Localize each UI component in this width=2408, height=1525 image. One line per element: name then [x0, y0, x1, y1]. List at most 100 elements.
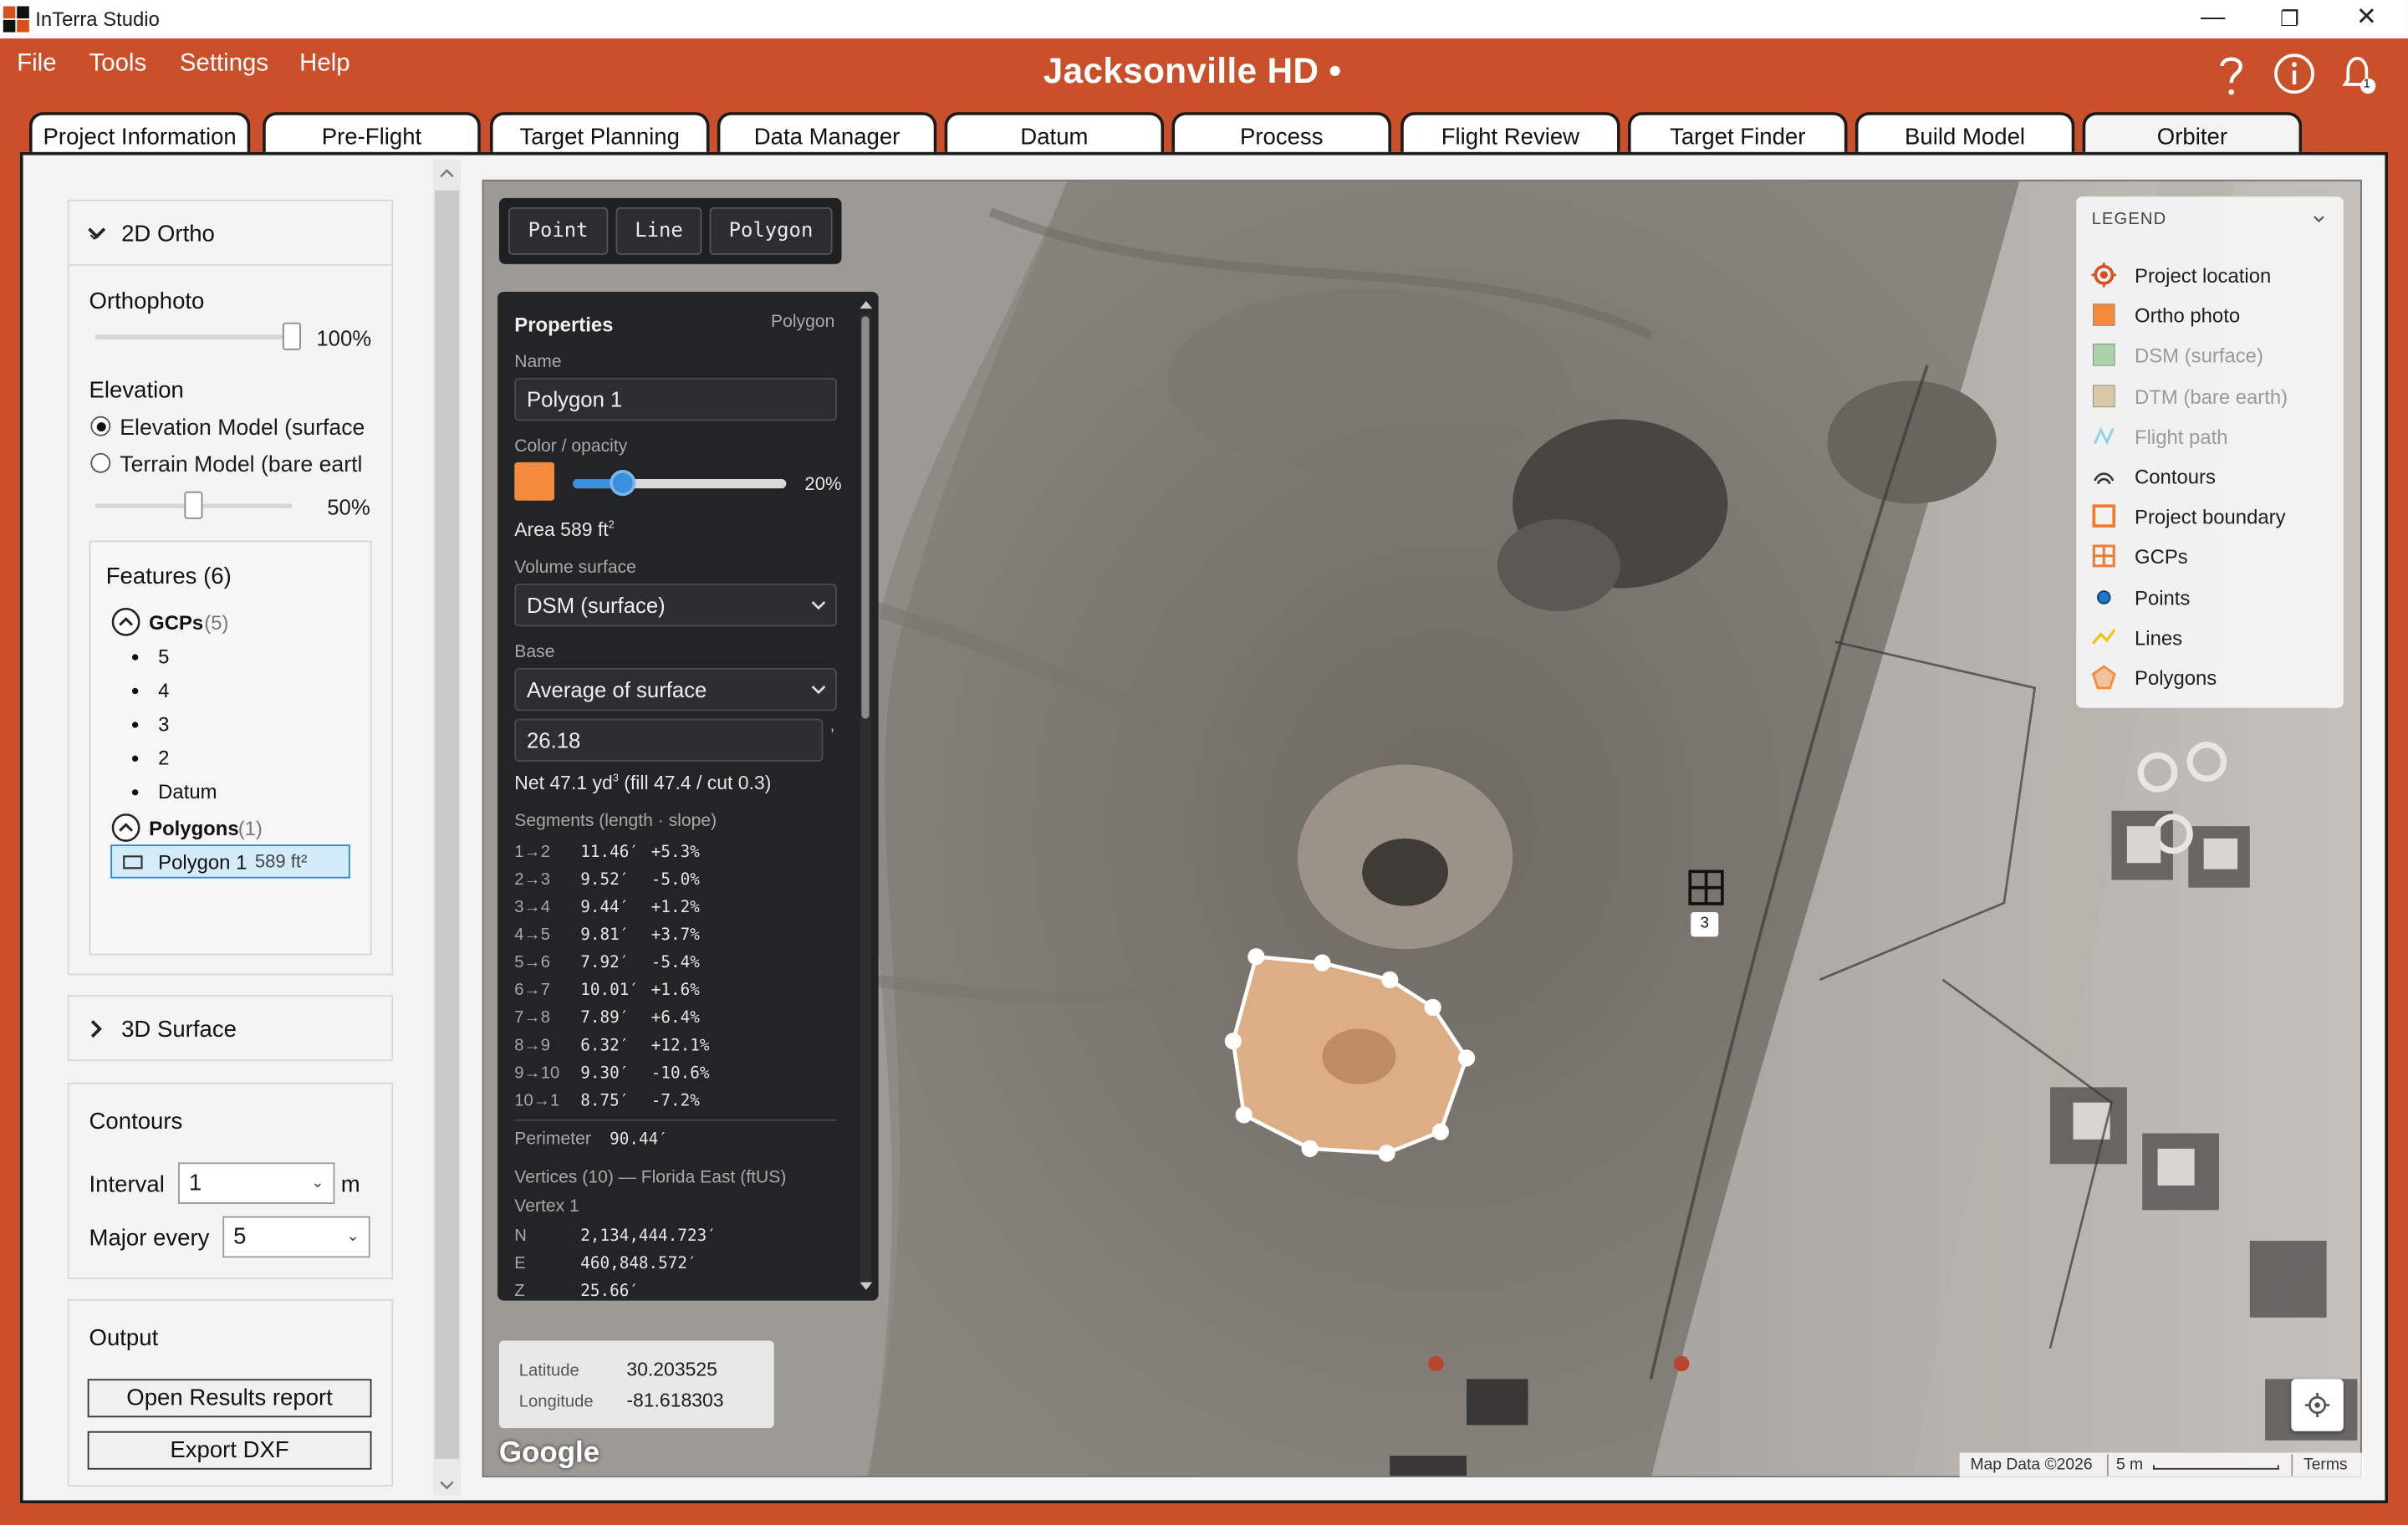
gcp-item[interactable]: 5	[158, 645, 169, 668]
gcps-group-label[interactable]: GCPs	[149, 611, 203, 635]
scroll-down-icon[interactable]	[859, 1281, 874, 1292]
elevation-model-radio[interactable]	[90, 416, 111, 436]
open-results-report-button[interactable]: Open Results report	[87, 1379, 372, 1418]
vertex-row: E 460,848.572′	[514, 1252, 844, 1279]
scroll-up-icon[interactable]	[859, 299, 874, 310]
tab-data-manager[interactable]: Data Manager	[717, 112, 937, 156]
legend-item[interactable]: DTM (bare earth)	[2092, 380, 2338, 411]
bullet-icon	[131, 654, 139, 660]
chevron-down-icon: ⌄	[311, 1175, 324, 1192]
tab-flight-review[interactable]: Flight Review	[1400, 112, 1620, 156]
segment-slope: +3.7%	[650, 926, 700, 945]
legend-item[interactable]: Polygons	[2091, 662, 2338, 693]
legend-item[interactable]: GCPs	[2092, 541, 2338, 572]
expand-chevron-icon[interactable]	[89, 1018, 105, 1040]
major-every-select[interactable]: 5 ⌄	[222, 1216, 370, 1258]
segment-slope: -5.0%	[650, 870, 700, 890]
orthophoto-slider-thumb[interactable]	[282, 322, 301, 350]
square-icon	[2092, 303, 2116, 327]
tab-build-model[interactable]: Build Model	[1854, 112, 2075, 156]
segment-row: 7→8 7.89′ +6.4%	[514, 1006, 844, 1033]
legend-item-label: Project boundary	[2135, 505, 2286, 529]
name-input[interactable]: Polygon 1	[514, 377, 838, 421]
legend-item[interactable]: Project boundary	[2092, 501, 2338, 532]
maximize-button[interactable]: ❐	[2267, 3, 2313, 34]
area-value: Area 589 ft2	[514, 518, 615, 541]
close-button[interactable]: ✕	[2344, 3, 2390, 34]
info-icon[interactable]	[2273, 52, 2315, 94]
orthophoto-slider-track[interactable]	[94, 334, 292, 339]
legend-item[interactable]: Points	[2092, 581, 2338, 612]
elevation-model-label[interactable]: Elevation Model (surface	[120, 416, 365, 441]
features-title: Features (6)	[105, 564, 232, 590]
gcp-item[interactable]: 3	[158, 712, 169, 736]
tab-process[interactable]: Process	[1171, 112, 1392, 156]
terrain-model-radio[interactable]	[90, 452, 111, 473]
vertices-label: Vertices (10) — Florida East (ftUS)	[514, 1168, 787, 1187]
scroll-up-icon[interactable]	[439, 169, 454, 178]
color-swatch[interactable]	[514, 462, 555, 501]
segment-length: 9.44′	[580, 898, 630, 917]
legend-item-label: Lines	[2135, 626, 2183, 650]
gcp-item-datum[interactable]: Datum	[158, 780, 217, 803]
gcp-item[interactable]: 4	[158, 679, 169, 702]
collapse-chevron-icon[interactable]	[86, 226, 108, 241]
gcp-item[interactable]: 2	[158, 747, 169, 770]
surface-section-title[interactable]: 3D Surface	[121, 1017, 237, 1043]
segment-row: 10→1 8.75′ -7.2%	[514, 1089, 844, 1116]
draw-line-button[interactable]: Line	[615, 207, 702, 255]
gcp-marker-icon[interactable]	[1688, 870, 1725, 906]
ortho-section-title[interactable]: 2D Ortho	[121, 221, 215, 247]
color-opacity-label: Color / opacity	[514, 437, 628, 456]
segment-slope: +1.6%	[650, 981, 700, 1000]
tab-orbiter[interactable]: Orbiter	[2082, 112, 2303, 156]
export-dxf-button[interactable]: Export DXF	[87, 1431, 372, 1470]
draw-polygon-button[interactable]: Polygon	[709, 207, 833, 255]
locate-button[interactable]	[2291, 1379, 2344, 1431]
draw-point-button[interactable]: Point	[508, 207, 609, 255]
help-icon[interactable]	[2212, 52, 2252, 98]
terms-link[interactable]: Terms	[2303, 1456, 2348, 1474]
segment-row: 5→6 7.92′ -5.4%	[514, 951, 844, 978]
scroll-down-icon[interactable]	[439, 1481, 454, 1490]
legend-item[interactable]: Ortho photo	[2092, 300, 2338, 331]
tab-pre-flight[interactable]: Pre-Flight	[263, 112, 481, 156]
base-select[interactable]: Average of surface	[514, 667, 838, 711]
minimize-button[interactable]: —	[2190, 3, 2236, 34]
elevation-slider-thumb[interactable]	[184, 491, 203, 519]
vertex-axis: N	[514, 1227, 527, 1246]
tab-target-finder[interactable]: Target Finder	[1627, 112, 1848, 156]
interval-select[interactable]: 1 ⌄	[178, 1162, 335, 1204]
latitude-value: 30.203525	[626, 1359, 717, 1381]
tab-project-information[interactable]: Project Information	[28, 112, 251, 156]
bullet-icon	[131, 789, 139, 796]
legend-item[interactable]: Flight path	[2092, 421, 2338, 451]
base-elevation-input[interactable]: 26.18	[514, 718, 824, 762]
polygons-group-label[interactable]: Polygons	[149, 817, 238, 840]
tab-target-planning[interactable]: Target Planning	[489, 112, 710, 156]
title-bar: InTerra Studio — ❐ ✕	[0, 0, 2408, 38]
notification-bell-icon[interactable]	[2336, 52, 2382, 98]
legend-item[interactable]: Contours	[2092, 461, 2338, 492]
properties-type: Polygon	[771, 313, 835, 332]
scrollbar-thumb[interactable]	[434, 190, 460, 1459]
volume-surface-select[interactable]: DSM (surface)	[514, 583, 838, 627]
volume-surface-label: Volume surface	[514, 558, 636, 578]
collapse-polygons-icon[interactable]	[110, 813, 141, 844]
properties-scrollbar-thumb[interactable]	[861, 316, 870, 719]
terrain-model-label[interactable]: Terrain Model (bare eartl	[120, 453, 362, 477]
vertex-axis: E	[514, 1254, 526, 1273]
opacity-slider-thumb[interactable]	[609, 470, 636, 497]
name-label: Name	[514, 353, 562, 372]
polygon-shape-icon	[123, 855, 143, 870]
legend-collapse-icon[interactable]	[2313, 215, 2325, 224]
legend-item[interactable]: Lines	[2092, 621, 2338, 652]
collapse-gcps-icon[interactable]	[110, 606, 141, 637]
legend-item[interactable]: Project location	[2091, 259, 2338, 290]
segment-id: 9→10	[514, 1063, 560, 1083]
polygon-item-name[interactable]: Polygon 1	[158, 851, 247, 875]
tab-datum[interactable]: Datum	[944, 112, 1165, 156]
left-panel-scrollbar[interactable]	[432, 160, 462, 1496]
contours-title: Contours	[89, 1109, 183, 1135]
legend-item[interactable]: DSM (surface)	[2092, 340, 2338, 371]
